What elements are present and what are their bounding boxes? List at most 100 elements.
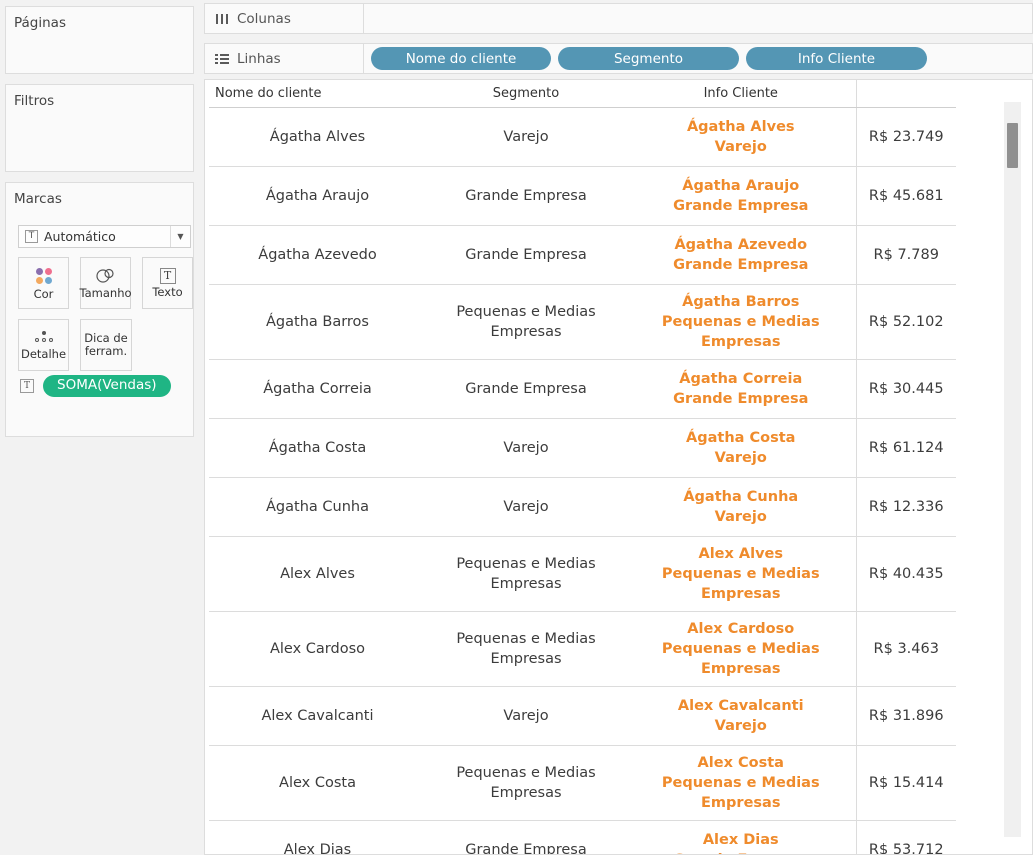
table-body: Ágatha Alves Varejo Ágatha Alves Varejo R$ 2… [209, 107, 956, 854]
table-row[interactable]: Alex Cardoso Pequenas e Medias Empresas Al… [209, 611, 956, 687]
detail-dots-icon [32, 330, 56, 346]
filters-card-title: Filtros [14, 93, 55, 109]
cell-valor[interactable]: R$ 45.681 [855, 166, 956, 226]
columns-shelf: Colunas [204, 3, 1033, 34]
dimension-pill-nome-do-cliente[interactable]: Nome do cliente [371, 47, 551, 70]
cell-info-cliente[interactable]: Alex Cavalcanti Varejo [626, 686, 856, 746]
mark-type-select[interactable]: T Automático ▼ [18, 225, 191, 248]
cell-nome-do-cliente[interactable]: Alex Cavalcanti [209, 686, 426, 746]
rows-shelf-label: Linhas [204, 43, 364, 74]
cell-nome-do-cliente[interactable]: Alex Costa [209, 745, 426, 821]
table-row[interactable]: Alex Alves Pequenas e Medias Empresas Alex… [209, 536, 956, 612]
cell-segmento[interactable]: Varejo [426, 686, 626, 746]
text-T-icon: T [20, 379, 34, 393]
cell-info-cliente[interactable]: Ágatha Araujo Grande Empresa [626, 166, 856, 226]
column-header-info-cliente[interactable]: Info Cliente [626, 80, 856, 108]
cell-info-cliente[interactable]: Alex Alves Pequenas e Medias Empresas [626, 536, 856, 612]
cell-nome-do-cliente[interactable]: Ágatha Costa [209, 418, 426, 478]
marks-tooltip-button[interactable]: Dica de ferram. [80, 319, 132, 371]
columns-shelf-dropzone[interactable] [364, 3, 1033, 34]
cell-nome-do-cliente[interactable]: Ágatha Barros [209, 284, 426, 360]
table-row[interactable]: Ágatha Azevedo Grande Empresa Ágatha Azeve… [209, 225, 956, 285]
cell-valor[interactable]: R$ 15.414 [855, 745, 956, 821]
cell-info-cliente[interactable]: Ágatha Cunha Varejo [626, 477, 856, 537]
cell-nome-do-cliente[interactable]: Ágatha Araujo [209, 166, 426, 226]
measure-pill-soma-vendas[interactable]: SOMA(Vendas) [43, 375, 171, 397]
cell-valor[interactable]: R$ 23.749 [855, 107, 956, 167]
table-row[interactable]: Ágatha Araujo Grande Empresa Ágatha Araujo… [209, 166, 956, 226]
cell-valor[interactable]: R$ 52.102 [855, 284, 956, 360]
columns-shelf-label: Colunas [204, 3, 364, 34]
vertical-scrollbar-thumb[interactable] [1007, 123, 1018, 168]
cell-valor[interactable]: R$ 61.124 [855, 418, 956, 478]
table-header-row: Nome do cliente Segmento Info Cliente [209, 80, 956, 108]
cell-info-cliente[interactable]: Ágatha Azevedo Grande Empresa [626, 225, 856, 285]
table-row[interactable]: Alex DiasGrande EmpresaAlex DiasGrande E… [209, 820, 956, 854]
crosstab-container: Nome do cliente Segmento Info Cliente Ág… [205, 80, 957, 854]
table-row[interactable]: Ágatha Correia Grande Empresa Ágatha Corre… [209, 359, 956, 419]
cell-segmento[interactable]: Grande Empresa [426, 820, 626, 854]
column-header-valor[interactable] [855, 80, 956, 108]
cell-valor[interactable]: R$ 7.789 [855, 225, 956, 285]
cell-info-cliente[interactable]: Ágatha Barros Pequenas e Medias Empresas [626, 284, 856, 360]
crosstab-table: Nome do cliente Segmento Info Cliente Ág… [209, 80, 956, 854]
cell-segmento[interactable]: Pequenas e Medias Empresas [426, 745, 626, 821]
vertical-scrollbar[interactable] [1004, 102, 1021, 837]
cell-segmento[interactable]: Pequenas e Medias Empresas [426, 611, 626, 687]
cell-info-cliente[interactable]: Alex Costa Pequenas e Medias Empresas [626, 745, 856, 821]
dimension-pill-segmento[interactable]: Segmento [558, 47, 739, 70]
column-header-nome-do-cliente[interactable]: Nome do cliente [209, 80, 426, 108]
text-T-icon: T [25, 230, 38, 243]
table-row[interactable]: Alex Costa Pequenas e Medias Empresas Alex… [209, 745, 956, 821]
cell-info-cliente[interactable]: Alex DiasGrande Empresa [626, 820, 856, 854]
text-T-icon: T [159, 268, 176, 284]
cell-info-cliente[interactable]: Ágatha Correia Grande Empresa [626, 359, 856, 419]
marks-card-title: Marcas [14, 191, 62, 207]
table-row[interactable]: Ágatha Alves Varejo Ágatha Alves Varejo R$ 2… [209, 107, 956, 167]
cell-valor[interactable]: R$ 30.445 [855, 359, 956, 419]
marks-text-button[interactable]: T Texto [142, 257, 193, 309]
marks-detail-button[interactable]: Detalhe [18, 319, 69, 371]
cell-segmento[interactable]: Grande Empresa [426, 225, 626, 285]
cell-nome-do-cliente[interactable]: Alex Dias [209, 820, 426, 854]
cell-nome-do-cliente[interactable]: Ágatha Alves [209, 107, 426, 167]
cell-info-cliente[interactable]: Ágatha Alves Varejo [626, 107, 856, 167]
pages-card[interactable]: Páginas [5, 6, 194, 74]
marks-size-label: Tamanho [79, 286, 132, 300]
cell-nome-do-cliente[interactable]: Ágatha Azevedo [209, 225, 426, 285]
cell-segmento[interactable]: Varejo [426, 107, 626, 167]
dimension-pill-info-cliente[interactable]: Info Cliente [746, 47, 927, 70]
marks-color-label: Cor [33, 287, 54, 301]
cell-segmento[interactable]: Pequenas e Medias Empresas [426, 284, 626, 360]
cell-info-cliente[interactable]: Alex Cardoso Pequenas e Medias Empresas [626, 611, 856, 687]
table-row[interactable]: Ágatha Costa Varejo Ágatha Costa Varejo R$ 6… [209, 418, 956, 478]
cell-nome-do-cliente[interactable]: Ágatha Cunha [209, 477, 426, 537]
marks-tooltip-label: Dica de ferram. [84, 331, 128, 358]
cell-segmento[interactable]: Varejo [426, 477, 626, 537]
cell-valor[interactable]: R$ 31.896 [855, 686, 956, 746]
cell-segmento[interactable]: Pequenas e Medias Empresas [426, 536, 626, 612]
cell-nome-do-cliente[interactable]: Alex Cardoso [209, 611, 426, 687]
table-row[interactable]: Alex Cavalcanti Varejo Alex Cavalcanti Vare… [209, 686, 956, 746]
cell-nome-do-cliente[interactable]: Alex Alves [209, 536, 426, 612]
cell-segmento[interactable]: Grande Empresa [426, 359, 626, 419]
marks-color-button[interactable]: Cor [18, 257, 69, 309]
filters-card[interactable]: Filtros [5, 84, 194, 172]
columns-icon [215, 13, 229, 25]
table-row[interactable]: Ágatha Barros Pequenas e Medias Empresas Á… [209, 284, 956, 360]
cell-segmento[interactable]: Varejo [426, 418, 626, 478]
cell-segmento[interactable]: Grande Empresa [426, 166, 626, 226]
cell-nome-do-cliente[interactable]: Ágatha Correia [209, 359, 426, 419]
cell-valor[interactable]: R$ 40.435 [855, 536, 956, 612]
rows-shelf-dropzone[interactable]: Nome do cliente Segmento Info Cliente [364, 43, 1033, 74]
chevron-down-icon[interactable]: ▼ [170, 226, 190, 247]
cell-valor[interactable]: R$ 12.336 [855, 477, 956, 537]
cell-info-cliente[interactable]: Ágatha Costa Varejo [626, 418, 856, 478]
table-row[interactable]: Ágatha Cunha Varejo Ágatha Cunha Varejo R$ 1… [209, 477, 956, 537]
columns-shelf-text: Colunas [237, 10, 291, 27]
cell-valor[interactable]: R$ 3.463 [855, 611, 956, 687]
size-circles-icon [95, 267, 117, 285]
column-header-segmento[interactable]: Segmento [426, 80, 626, 108]
cell-valor[interactable]: R$ 53.712 [855, 820, 956, 854]
marks-size-button[interactable]: Tamanho [79, 257, 132, 309]
